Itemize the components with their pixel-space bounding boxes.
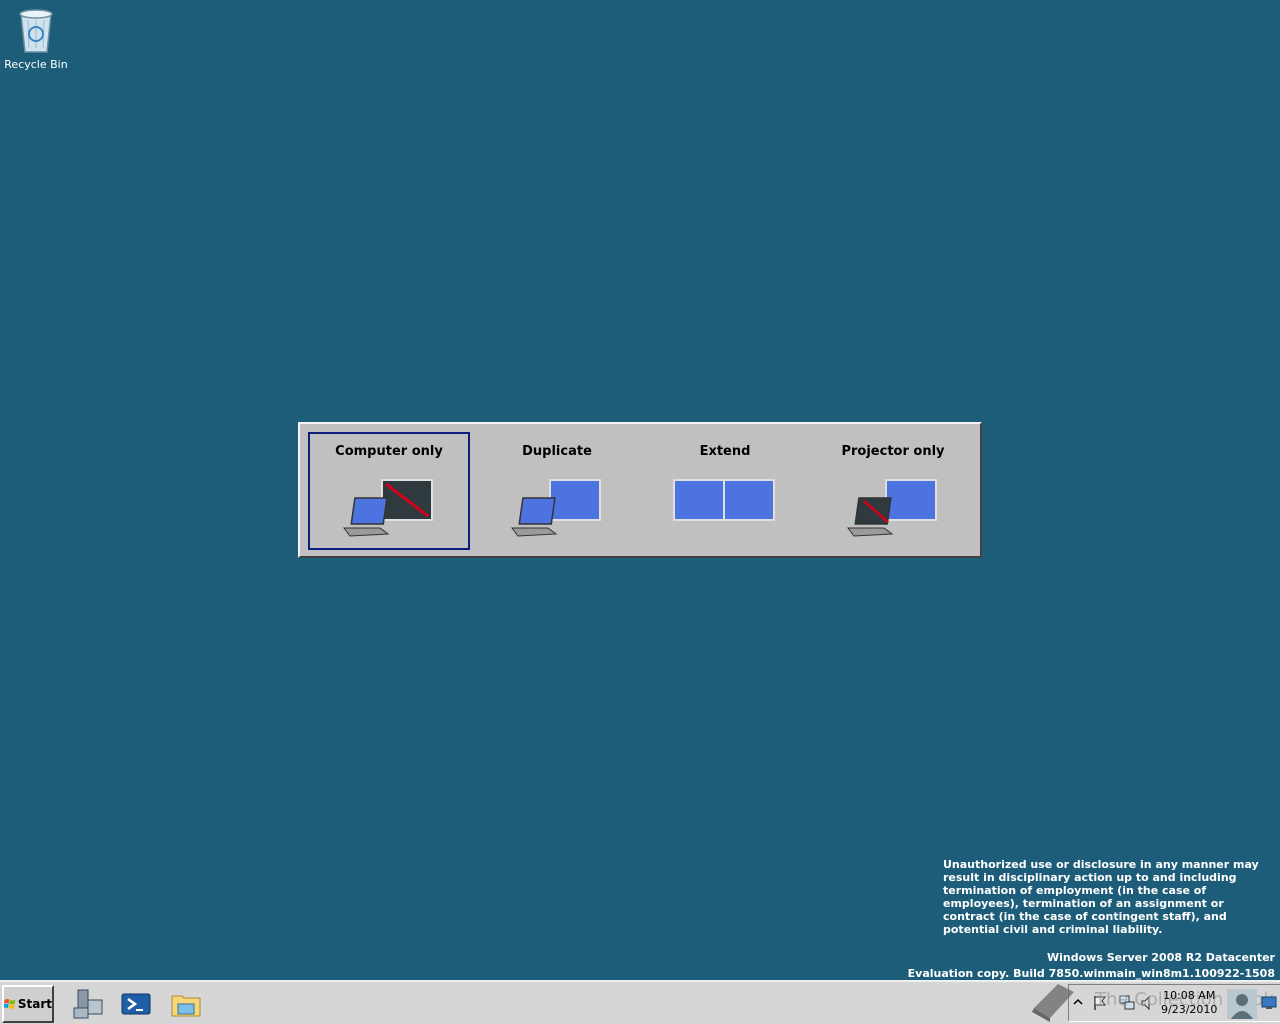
notification-area: The Collection Book 10:08 AM 9/23/2010 xyxy=(1068,984,1280,1022)
option-extend[interactable]: Extend xyxy=(644,432,806,550)
recycle-bin-icon xyxy=(19,9,53,53)
option-label: Extend xyxy=(699,444,751,459)
taskbar: Start The Collection Book 10:08 AM 9/23/… xyxy=(0,980,1280,1024)
edition-text: Windows Server 2008 R2 Datacenter xyxy=(1047,951,1275,964)
option-computer-only[interactable]: Computer only xyxy=(308,432,470,550)
projection-switcher: Computer only Duplicate Extend Projector… xyxy=(298,422,982,558)
book-icon xyxy=(1032,984,1074,1022)
duplicate-icon xyxy=(511,479,601,537)
windows-logo-icon xyxy=(4,998,16,1009)
projector-only-icon xyxy=(847,479,937,537)
powershell-icon[interactable] xyxy=(120,988,152,1020)
option-duplicate[interactable]: Duplicate xyxy=(476,432,638,550)
clock-time: 10:08 AM xyxy=(1163,989,1216,1002)
option-projector-only[interactable]: Projector only xyxy=(812,432,974,550)
build-watermark: Windows Server 2008 R2 Datacenter Evalua… xyxy=(908,950,1275,982)
legal-notice: Unauthorized use or disclosure in any ma… xyxy=(943,858,1259,936)
computer-only-icon xyxy=(343,479,433,537)
server-manager-icon[interactable] xyxy=(72,988,104,1020)
option-label: Computer only xyxy=(335,444,443,459)
clock-date: 9/23/2010 xyxy=(1161,1003,1218,1016)
recycle-bin[interactable]: Recycle Bin xyxy=(4,6,68,71)
user-avatar-icon xyxy=(1227,989,1257,1019)
option-label: Projector only xyxy=(841,444,945,459)
start-label: Start xyxy=(17,997,52,1011)
windows-explorer-icon[interactable] xyxy=(170,988,202,1020)
option-label: Duplicate xyxy=(522,444,592,459)
show-desktop-icon[interactable] xyxy=(1261,995,1277,1011)
recycle-bin-label: Recycle Bin xyxy=(4,58,68,71)
start-button[interactable]: Start xyxy=(2,985,54,1023)
extend-icon xyxy=(673,479,775,521)
clock[interactable]: 10:08 AM 9/23/2010 xyxy=(1161,989,1217,1017)
